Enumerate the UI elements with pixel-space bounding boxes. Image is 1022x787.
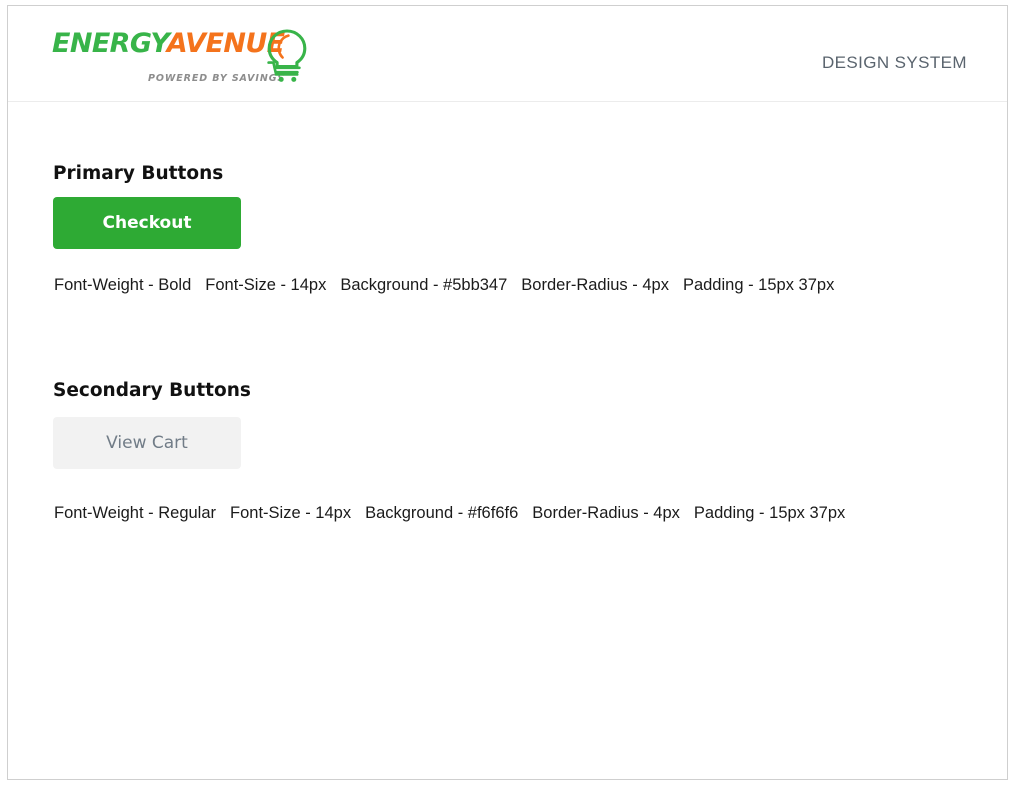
brand-logo[interactable]: ENERGYAVENUE POWERED BY SAVINGS — [52, 29, 307, 86]
spec-line-secondary: Font-Weight - Regular Font-Size - 14px Bac… — [54, 504, 845, 523]
spec-background: Background - #5bb347 — [340, 276, 508, 294]
page-frame: ENERGYAVENUE POWERED BY SAVINGS DESIGN S… — [7, 5, 1008, 780]
brand-wordmark: ENERGYAVENUE — [52, 30, 285, 57]
lightbulb-cart-icon — [264, 28, 310, 84]
spec-font-size: Font-Size - 14px — [205, 276, 327, 294]
spec-background: Background - #f6f6f6 — [365, 504, 519, 522]
spec-border-radius: Border-Radius - 4px — [521, 276, 669, 294]
section-heading-secondary: Secondary Buttons — [53, 380, 251, 402]
page-title: DESIGN SYSTEM — [821, 53, 967, 72]
brand-word-energy: ENERGY — [52, 28, 167, 59]
view-cart-button[interactable]: View Cart — [53, 417, 241, 469]
spec-padding: Padding - 15px 37px — [693, 504, 846, 522]
spec-line-primary: Font-Weight - Bold Font-Size - 14px Backgr… — [54, 276, 834, 295]
spec-padding: Padding - 15px 37px — [682, 276, 835, 294]
section-heading-primary: Primary Buttons — [53, 163, 224, 185]
spec-font-weight: Font-Weight - Bold — [54, 276, 192, 294]
checkout-button[interactable]: Checkout — [53, 197, 241, 249]
spec-font-weight: Font-Weight - Regular — [54, 504, 217, 522]
site-header: ENERGYAVENUE POWERED BY SAVINGS DESIGN S… — [8, 6, 1007, 102]
spec-border-radius: Border-Radius - 4px — [532, 504, 680, 522]
spec-font-size: Font-Size - 14px — [230, 504, 352, 522]
